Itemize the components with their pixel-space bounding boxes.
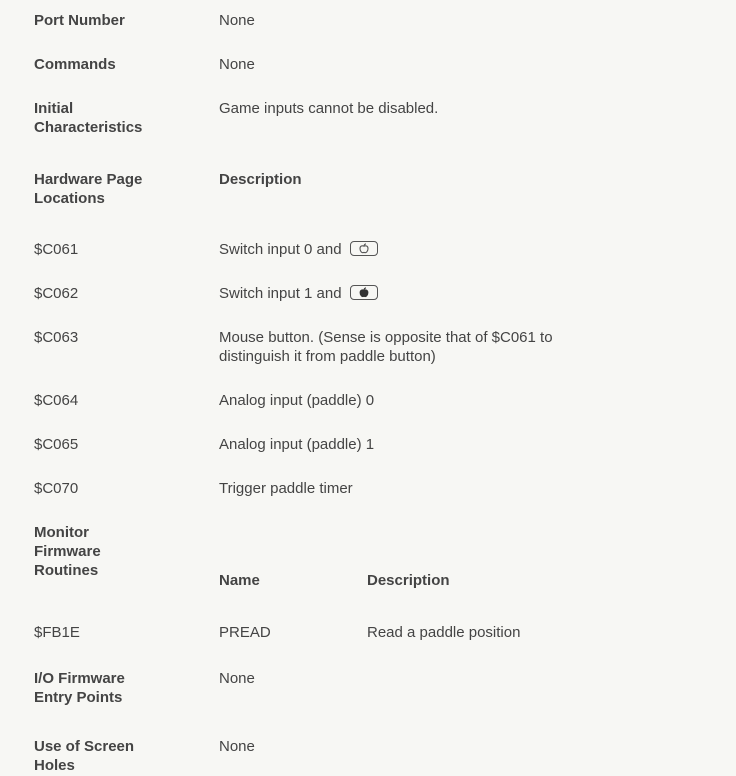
monitor-name-header: Name [219,572,260,589]
hardware-row-desc-line1: Mouse button. (Sense is opposite that of… [219,329,553,346]
port-number-value: None [219,12,255,29]
initial-characteristics-label: Initial Characteristics [34,99,142,137]
monitor-label-line2: Firmware [34,543,101,560]
screen-holes-label: Use of Screen Holes [34,737,134,775]
hardware-row-desc: Trigger paddle timer [219,480,353,497]
hardware-row-addr: $C063 [34,329,79,346]
hardware-row-addr: $C065 [34,436,79,453]
port-number-label: Port Number [34,12,125,29]
screen-holes-value: None [219,738,255,755]
open-apple-icon [349,241,378,256]
hardware-row-addr: $C061 [34,241,79,258]
monitor-label-line1: Monitor [34,524,89,541]
monitor-label-line3: Routines [34,562,99,579]
hardware-page-label: Hardware Page Locations [34,170,142,208]
hardware-row-desc-text: Switch input 0 and [219,241,342,258]
hardware-row-desc: Analog input (paddle) 0 [219,392,375,409]
io-firmware-value: None [219,670,255,687]
hardware-label-line2: Locations [34,190,105,207]
solid-apple-icon [349,285,378,300]
monitor-row-desc: Read a paddle position [367,624,521,641]
initial-characteristics-value: Game inputs cannot be disabled. [219,100,439,117]
screen-label-line2: Holes [34,757,75,774]
hardware-description-header: Description [219,171,302,188]
initial-label-line2: Characteristics [34,119,143,136]
hardware-row-desc: Switch input 1 and [219,284,378,303]
io-label-line2: Entry Points [34,689,123,706]
hardware-row-desc-text: Switch input 1 and [219,285,342,302]
monitor-row-name: PREAD [219,624,271,641]
hardware-row-desc-line2: distinguish it from paddle button) [219,348,436,365]
hardware-row-desc: Mouse button. (Sense is opposite that of… [219,328,553,366]
screen-label-line1: Use of Screen [34,738,135,755]
commands-label: Commands [34,56,116,73]
hardware-row-desc: Analog input (paddle) 1 [219,436,375,453]
io-label-line1: I/O Firmware [34,670,125,687]
hardware-row-addr: $C062 [34,285,79,302]
io-firmware-label: I/O Firmware Entry Points [34,669,125,707]
hardware-row-addr: $C064 [34,392,79,409]
monitor-firmware-label: Monitor Firmware Routines [34,523,101,580]
monitor-row-addr: $FB1E [34,624,80,641]
hardware-row-addr: $C070 [34,480,79,497]
monitor-description-header: Description [367,572,450,589]
hardware-row-desc: Switch input 0 and [219,240,378,259]
hardware-label-line1: Hardware Page [34,171,143,188]
initial-label-line1: Initial [34,100,74,117]
commands-value: None [219,56,255,73]
